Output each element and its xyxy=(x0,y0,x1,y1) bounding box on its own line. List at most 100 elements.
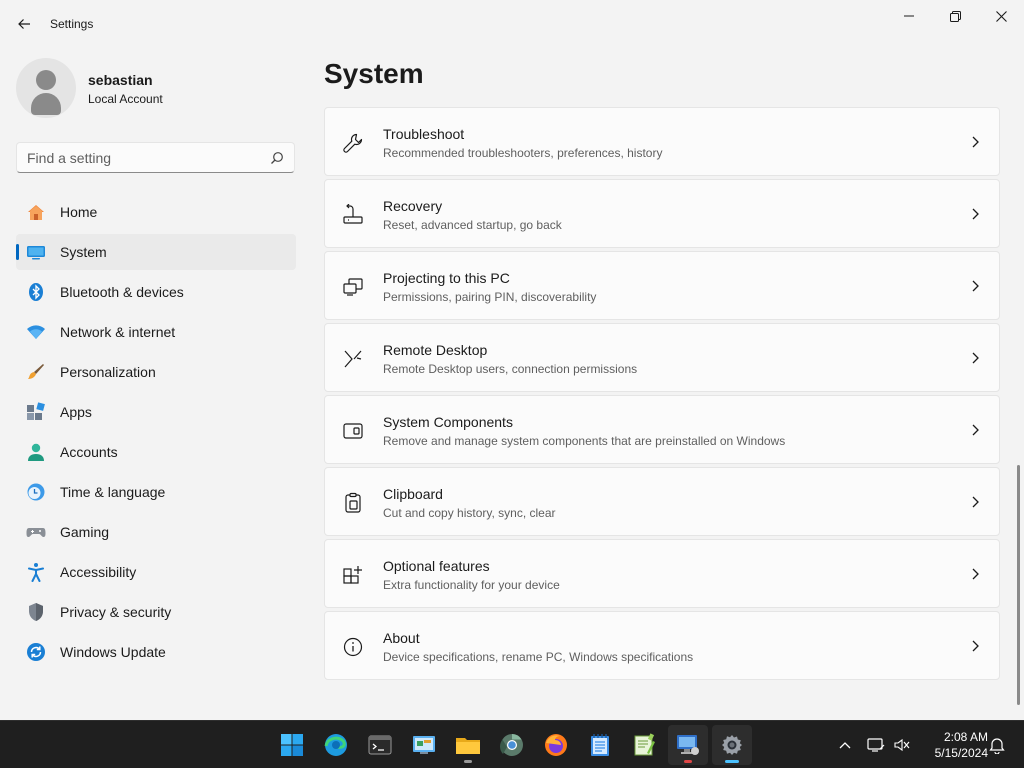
taskbar-file-explorer[interactable] xyxy=(448,725,488,765)
taskbar-settings[interactable] xyxy=(712,725,752,765)
search-icon xyxy=(271,152,283,164)
card-system-components[interactable]: System Components Remove and manage syst… xyxy=(324,395,1000,464)
chevron-right-icon xyxy=(972,136,979,148)
card-optional-features[interactable]: Optional features Extra functionality fo… xyxy=(324,539,1000,608)
card-recovery[interactable]: Recovery Reset, advanced startup, go bac… xyxy=(324,179,1000,248)
tray-overflow-button[interactable] xyxy=(834,721,856,768)
card-title: Projecting to this PC xyxy=(383,270,510,286)
sidebar-item-privacy-security[interactable]: Privacy & security xyxy=(16,594,296,630)
card-title: About xyxy=(383,630,420,646)
card-title: Clipboard xyxy=(383,486,443,502)
sidebar-item-label: Bluetooth & devices xyxy=(60,284,184,300)
taskbar-notepad[interactable] xyxy=(580,725,620,765)
sidebar-item-time-language[interactable]: Time & language xyxy=(16,474,296,510)
firefox-icon xyxy=(545,734,567,756)
chevron-right-icon xyxy=(972,640,979,652)
speaker-muted-icon xyxy=(894,738,910,752)
running-indicator xyxy=(684,760,692,763)
sidebar-item-windows-update[interactable]: Windows Update xyxy=(16,634,296,670)
volume-button[interactable] xyxy=(890,721,914,768)
restore-button[interactable] xyxy=(932,0,978,32)
gamepad-icon xyxy=(26,522,46,542)
taskbar-control-panel[interactable] xyxy=(404,725,444,765)
taskbar-firefox[interactable] xyxy=(536,725,576,765)
sidebar-item-apps[interactable]: Apps xyxy=(16,394,296,430)
remote-desktop-app-icon xyxy=(677,735,699,755)
network-status-button[interactable] xyxy=(864,721,888,768)
chevron-up-icon xyxy=(839,742,851,749)
chevron-right-icon xyxy=(972,352,979,364)
search-input[interactable] xyxy=(17,143,257,172)
accessibility-icon xyxy=(26,562,46,582)
taskbar: 2:08 AM 5/15/2024 xyxy=(0,720,1024,768)
close-button[interactable] xyxy=(978,0,1024,32)
back-arrow-icon xyxy=(18,19,30,29)
windows-logo-icon xyxy=(281,734,303,756)
clock-time: 2:08 AM xyxy=(943,730,988,744)
bell-icon xyxy=(989,738,1005,754)
card-remote-desktop[interactable]: Remote Desktop Remote Desktop users, con… xyxy=(324,323,1000,392)
taskbar-chrome[interactable] xyxy=(492,725,532,765)
sidebar-item-bluetooth[interactable]: Bluetooth & devices xyxy=(16,274,296,310)
components-icon xyxy=(341,419,365,443)
chevron-right-icon xyxy=(972,424,979,436)
card-title: Recovery xyxy=(383,198,443,214)
notepad-icon xyxy=(591,734,609,756)
brush-icon xyxy=(26,362,46,382)
notifications-button[interactable] xyxy=(986,721,1008,768)
taskbar-remote-desktop[interactable] xyxy=(668,725,708,765)
info-icon xyxy=(341,635,365,659)
start-button[interactable] xyxy=(272,725,312,765)
close-icon xyxy=(995,10,1007,22)
card-title: Troubleshoot xyxy=(383,126,465,142)
network-monitor-icon xyxy=(867,738,885,752)
chrome-icon xyxy=(500,734,523,756)
card-projecting[interactable]: Projecting to this PC Permissions, pairi… xyxy=(324,251,1000,320)
clock-globe-icon xyxy=(26,482,46,502)
taskbar-edge[interactable] xyxy=(316,725,356,765)
sidebar-item-accessibility[interactable]: Accessibility xyxy=(16,554,296,590)
network-icon xyxy=(26,322,46,342)
sidebar-item-home[interactable]: Home xyxy=(16,194,296,230)
search-box[interactable] xyxy=(16,142,295,173)
card-subtitle: Remove and manage system components that… xyxy=(383,434,786,448)
optional-features-icon xyxy=(341,563,365,587)
user-name: sebastian xyxy=(88,72,153,88)
page-title: System xyxy=(324,58,424,89)
app-title: Settings xyxy=(50,17,94,31)
card-troubleshoot[interactable]: Troubleshoot Recommended troubleshooters… xyxy=(324,107,1000,176)
sidebar-item-label: Accounts xyxy=(60,444,118,460)
taskbar-notepad-plus[interactable] xyxy=(624,725,664,765)
sidebar: sebastian Local Account Home System Blue… xyxy=(0,48,310,720)
minimize-button[interactable] xyxy=(886,0,932,32)
edge-icon xyxy=(324,734,347,756)
card-title: Optional features xyxy=(383,558,490,574)
scrollbar-thumb[interactable] xyxy=(1017,465,1020,705)
sidebar-item-label: Accessibility xyxy=(60,564,137,580)
shield-icon xyxy=(26,602,46,622)
sidebar-item-label: Time & language xyxy=(60,484,166,500)
sidebar-item-accounts[interactable]: Accounts xyxy=(16,434,296,470)
card-about[interactable]: About Device specifications, rename PC, … xyxy=(324,611,1000,680)
taskbar-clock[interactable]: 2:08 AM 5/15/2024 xyxy=(918,729,988,761)
taskbar-terminal[interactable] xyxy=(360,725,400,765)
sidebar-item-personalization[interactable]: Personalization xyxy=(16,354,296,390)
sidebar-item-gaming[interactable]: Gaming xyxy=(16,514,296,550)
remote-desktop-icon xyxy=(341,347,365,371)
home-icon xyxy=(26,202,46,222)
back-button[interactable] xyxy=(10,10,38,38)
sidebar-item-label: Windows Update xyxy=(60,644,166,660)
chevron-right-icon xyxy=(972,496,979,508)
card-title: Remote Desktop xyxy=(383,342,488,358)
card-title: System Components xyxy=(383,414,513,430)
sidebar-item-network[interactable]: Network & internet xyxy=(16,314,296,350)
sidebar-item-system[interactable]: System xyxy=(16,234,296,270)
main-content: System Troubleshoot Recommended troubles… xyxy=(324,48,1000,720)
terminal-icon xyxy=(368,735,392,755)
sidebar-item-label: Personalization xyxy=(60,364,156,380)
sidebar-item-label: Privacy & security xyxy=(60,604,172,620)
projecting-icon xyxy=(341,275,365,299)
card-clipboard[interactable]: Clipboard Cut and copy history, sync, cl… xyxy=(324,467,1000,536)
notepad-plus-icon xyxy=(634,733,655,756)
user-profile[interactable]: sebastian Local Account xyxy=(16,58,296,118)
